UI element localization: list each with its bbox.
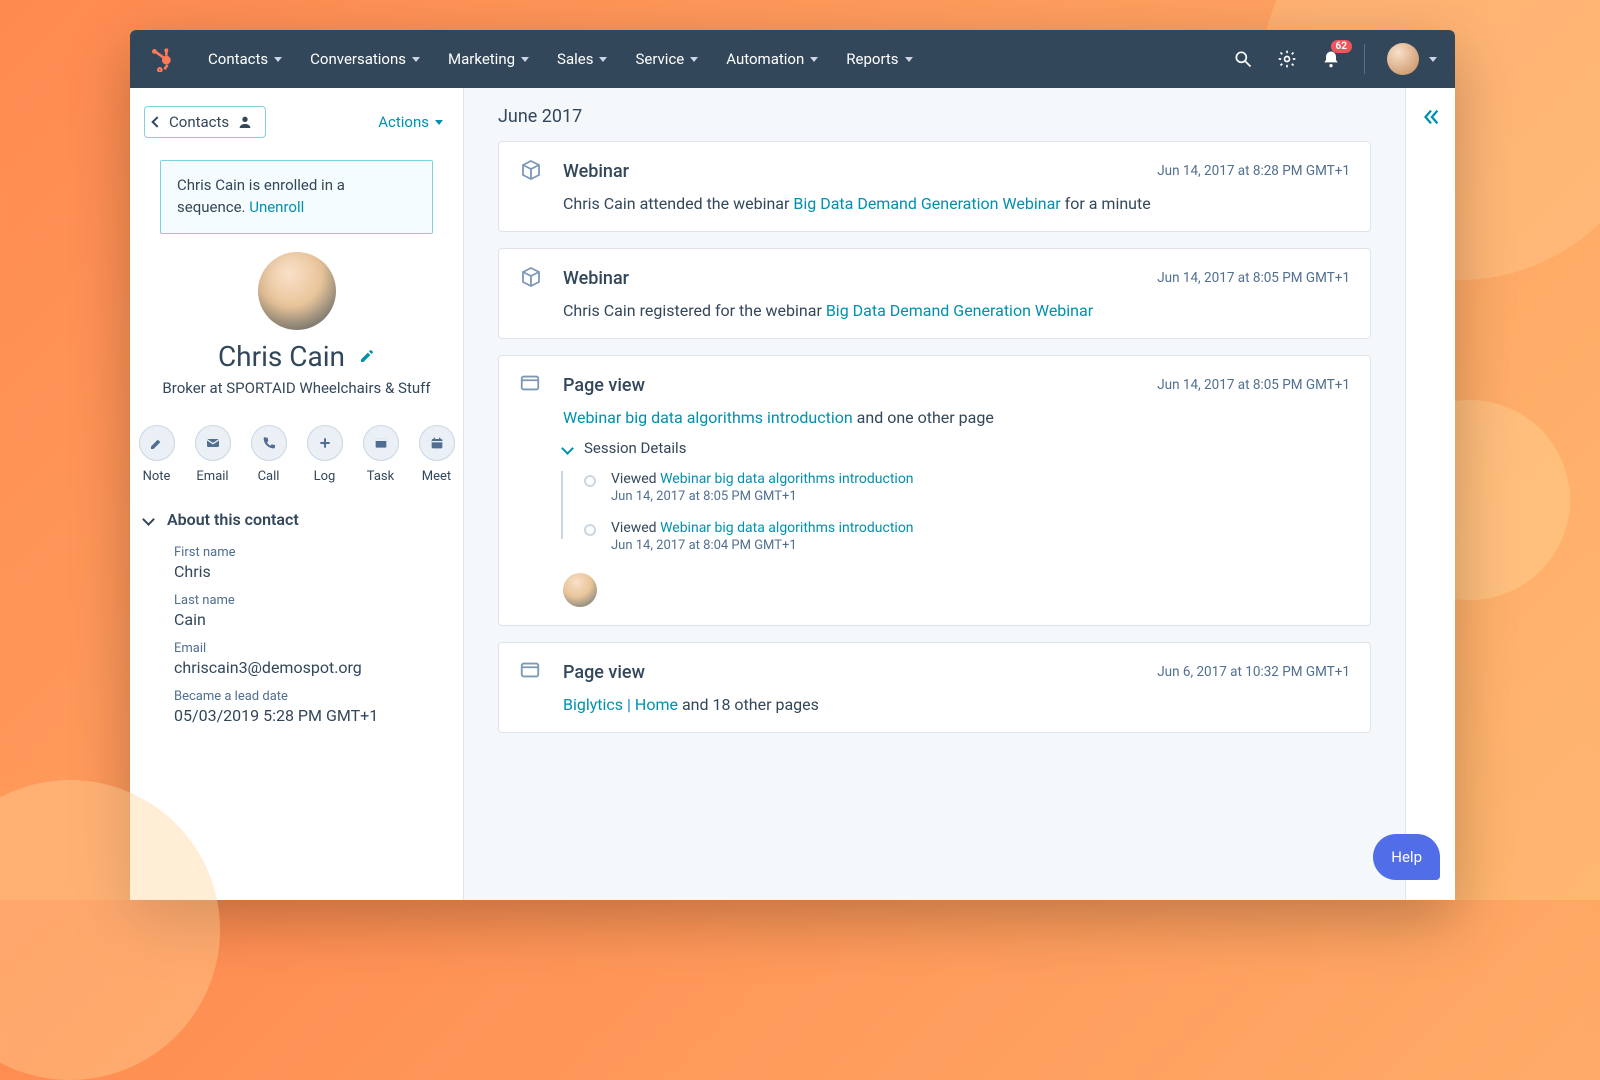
- chevron-left-icon: [151, 116, 162, 127]
- session-item: Viewed Webinar big data algorithms intro…: [611, 465, 1350, 514]
- unenroll-link[interactable]: Unenroll: [249, 198, 304, 216]
- visitor-avatar-icon: [563, 573, 597, 607]
- notification-badge: 62: [1331, 40, 1352, 53]
- event-timestamp: Jun 6, 2017 at 10:32 PM GMT+1: [1157, 664, 1350, 680]
- back-label: Contacts: [169, 113, 229, 131]
- browser-icon: [519, 659, 545, 685]
- timeline-card: Webinar Jun 14, 2017 at 8:05 PM GMT+1 Ch…: [498, 248, 1371, 339]
- expand-right-panel-icon[interactable]: [1420, 106, 1442, 900]
- activity-timeline[interactable]: June 2017 Webinar Jun 14, 2017 at 8:28 P…: [464, 88, 1405, 900]
- call-label: Call: [258, 469, 280, 484]
- contact-avatar: [258, 252, 336, 330]
- edit-icon[interactable]: [359, 348, 375, 364]
- top-navbar: Contacts Conversations Marketing Sales S…: [130, 30, 1455, 88]
- hubspot-logo-icon[interactable]: [148, 45, 176, 73]
- nav-automation[interactable]: Automation: [712, 30, 832, 88]
- chevron-down-icon: [599, 57, 607, 62]
- divider: [1364, 44, 1365, 74]
- user-avatar-icon: [1387, 43, 1419, 75]
- note-label: Note: [143, 469, 171, 484]
- chevron-down-icon: [521, 57, 529, 62]
- timeline-card: Page view Jun 6, 2017 at 10:32 PM GMT+1 …: [498, 642, 1371, 733]
- about-section-toggle[interactable]: About this contact: [130, 496, 463, 539]
- contact-name: Chris Cain: [218, 340, 345, 373]
- nav-service[interactable]: Service: [621, 30, 712, 88]
- email-label: Email: [196, 469, 228, 484]
- session-item: Viewed Webinar big data algorithms intro…: [611, 514, 1350, 563]
- event-title: Page view: [563, 662, 645, 683]
- contact-subtitle: Broker at SPORTAID Wheelchairs & Stuff: [148, 379, 445, 397]
- chevron-down-icon: [435, 120, 443, 125]
- field-became-lead-date[interactable]: Became a lead date 05/03/2019 5:28 PM GM…: [130, 683, 463, 731]
- chevron-down-icon: [561, 442, 574, 455]
- person-icon: [237, 114, 253, 130]
- actions-menu[interactable]: Actions: [378, 113, 443, 131]
- account-menu[interactable]: [1387, 43, 1437, 75]
- task-button[interactable]: Task: [363, 425, 399, 484]
- event-link[interactable]: Biglytics | Home: [563, 695, 678, 714]
- help-button[interactable]: Help: [1373, 834, 1440, 880]
- nav-conversations[interactable]: Conversations: [296, 30, 434, 88]
- task-label: Task: [367, 469, 394, 484]
- chevron-down-icon: [412, 57, 420, 62]
- field-last-name[interactable]: Last name Cain: [130, 587, 463, 635]
- call-button[interactable]: Call: [251, 425, 287, 484]
- chevron-down-icon: [810, 57, 818, 62]
- chevron-down-icon: [905, 57, 913, 62]
- search-icon[interactable]: [1232, 48, 1254, 70]
- event-timestamp: Jun 14, 2017 at 8:05 PM GMT+1: [1157, 270, 1350, 286]
- note-button[interactable]: Note: [139, 425, 175, 484]
- session-link[interactable]: Webinar big data algorithms introduction: [660, 520, 913, 536]
- notifications-icon[interactable]: 62: [1320, 48, 1342, 70]
- meet-button[interactable]: Meet: [419, 425, 455, 484]
- chevron-down-icon: [1429, 57, 1437, 62]
- timeline-month-header: June 2017: [476, 88, 1393, 141]
- event-timestamp: Jun 14, 2017 at 8:28 PM GMT+1: [1157, 163, 1350, 179]
- session-link[interactable]: Webinar big data algorithms introduction: [660, 471, 913, 487]
- event-title: Webinar: [563, 268, 629, 289]
- timeline-card: Page view Jun 14, 2017 at 8:05 PM GMT+1 …: [498, 355, 1371, 626]
- sequence-enrollment-banner: Chris Cain is enrolled in a sequence. Un…: [160, 160, 433, 234]
- timeline-card: Webinar Jun 14, 2017 at 8:28 PM GMT+1 Ch…: [498, 141, 1371, 232]
- chevron-down-icon: [690, 57, 698, 62]
- email-button[interactable]: Email: [195, 425, 231, 484]
- field-email[interactable]: Email chriscain3@demospot.org: [130, 635, 463, 683]
- cube-icon: [519, 265, 545, 291]
- nav-reports[interactable]: Reports: [832, 30, 926, 88]
- gear-icon[interactable]: [1276, 48, 1298, 70]
- event-link[interactable]: Webinar big data algorithms introduction: [563, 408, 853, 427]
- log-label: Log: [314, 469, 336, 484]
- event-timestamp: Jun 14, 2017 at 8:05 PM GMT+1: [1157, 377, 1350, 393]
- log-button[interactable]: Log: [307, 425, 343, 484]
- session-details-toggle[interactable]: Session Details: [563, 439, 1350, 457]
- event-title: Page view: [563, 375, 645, 396]
- meet-label: Meet: [422, 469, 451, 484]
- event-link[interactable]: Big Data Demand Generation Webinar: [793, 194, 1060, 213]
- right-panel-collapsed: [1405, 88, 1455, 900]
- chevron-down-icon: [274, 57, 282, 62]
- field-first-name[interactable]: First name Chris: [130, 539, 463, 587]
- chevron-down-icon: [142, 513, 155, 526]
- nav-marketing[interactable]: Marketing: [434, 30, 543, 88]
- event-link[interactable]: Big Data Demand Generation Webinar: [826, 301, 1093, 320]
- back-to-contacts-button[interactable]: Contacts: [144, 106, 266, 138]
- quick-action-row: Note Email Call Log Task: [130, 409, 463, 496]
- event-title: Webinar: [563, 161, 629, 182]
- browser-icon: [519, 372, 545, 398]
- nav-sales[interactable]: Sales: [543, 30, 621, 88]
- cube-icon: [519, 158, 545, 184]
- nav-contacts[interactable]: Contacts: [194, 30, 296, 88]
- contact-sidebar: Contacts Actions Chris Cain is enrolled …: [130, 88, 464, 900]
